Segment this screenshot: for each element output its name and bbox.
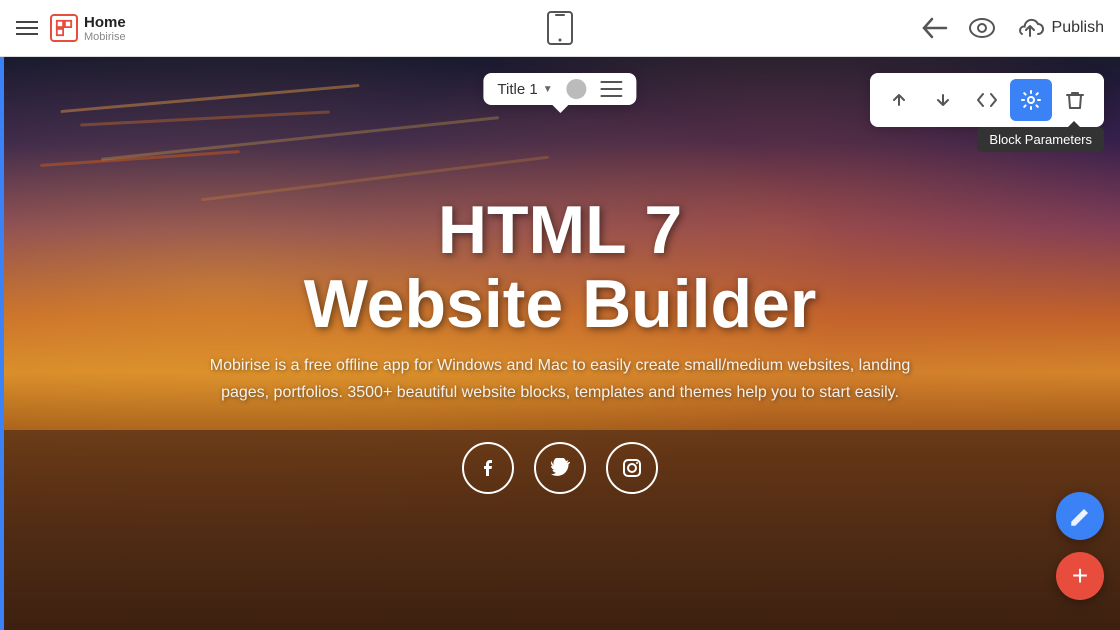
add-icon: +: [1072, 562, 1088, 590]
add-fab-button[interactable]: +: [1056, 552, 1104, 600]
trash-icon: [1066, 90, 1084, 110]
delete-button[interactable]: [1054, 79, 1096, 121]
gear-icon: [1021, 90, 1041, 110]
facebook-svg: [478, 458, 498, 478]
eye-icon: [968, 18, 996, 38]
hero-heading-line2: Website Builder: [304, 266, 817, 342]
hero-content: HTML 7 Website Builder Mobirise is a fre…: [0, 57, 1120, 630]
topbar-left: Home Mobirise: [16, 14, 126, 43]
cloud-upload-icon: [1016, 16, 1044, 40]
fab-container: +: [1056, 492, 1104, 600]
code-icon: [977, 92, 997, 108]
twitter-svg: [550, 458, 570, 478]
phone-icon-svg: [546, 11, 574, 45]
code-button[interactable]: [966, 79, 1008, 121]
settings-button[interactable]: [1010, 79, 1052, 121]
back-button[interactable]: [922, 17, 948, 39]
hamburger-icon: [16, 21, 38, 35]
publish-label: Publish: [1052, 19, 1104, 37]
move-down-icon: [934, 91, 952, 109]
logo-svg: [55, 19, 73, 37]
topbar-center: [544, 12, 576, 44]
facebook-icon[interactable]: [462, 442, 514, 494]
preview-button[interactable]: [968, 18, 996, 38]
app-sub: Mobirise: [84, 31, 126, 43]
hero-heading: HTML 7 Website Builder: [304, 193, 817, 343]
instagram-icon[interactable]: [606, 442, 658, 494]
block-toolbar: [870, 73, 1104, 127]
move-up-icon: [890, 91, 908, 109]
topbar: Home Mobirise: [0, 0, 1120, 57]
main-content: Title 1 ▼ HTML 7 Website Builder Mobiris…: [0, 57, 1120, 630]
app-name: Home: [84, 14, 126, 31]
tooltip-text: Block Parameters: [989, 132, 1092, 147]
pencil-icon: [1069, 505, 1091, 527]
hero-heading-line1: HTML 7: [438, 192, 682, 268]
move-down-button[interactable]: [922, 79, 964, 121]
block-params-tooltip: Block Parameters: [977, 127, 1104, 152]
twitter-icon[interactable]: [534, 442, 586, 494]
edit-fab-button[interactable]: [1056, 492, 1104, 540]
logo-text: Home Mobirise: [84, 14, 126, 43]
mobile-preview-button[interactable]: [544, 12, 576, 44]
logo-icon: [50, 14, 78, 42]
back-icon: [922, 17, 948, 39]
publish-button[interactable]: Publish: [1016, 16, 1104, 40]
hero-description: Mobirise is a free offline app for Windo…: [185, 352, 935, 406]
logo: Home Mobirise: [50, 14, 126, 43]
move-up-button[interactable]: [878, 79, 920, 121]
social-icons: [462, 442, 658, 494]
instagram-svg: [622, 458, 642, 478]
menu-button[interactable]: [16, 21, 38, 35]
topbar-right: Publish: [922, 16, 1104, 40]
